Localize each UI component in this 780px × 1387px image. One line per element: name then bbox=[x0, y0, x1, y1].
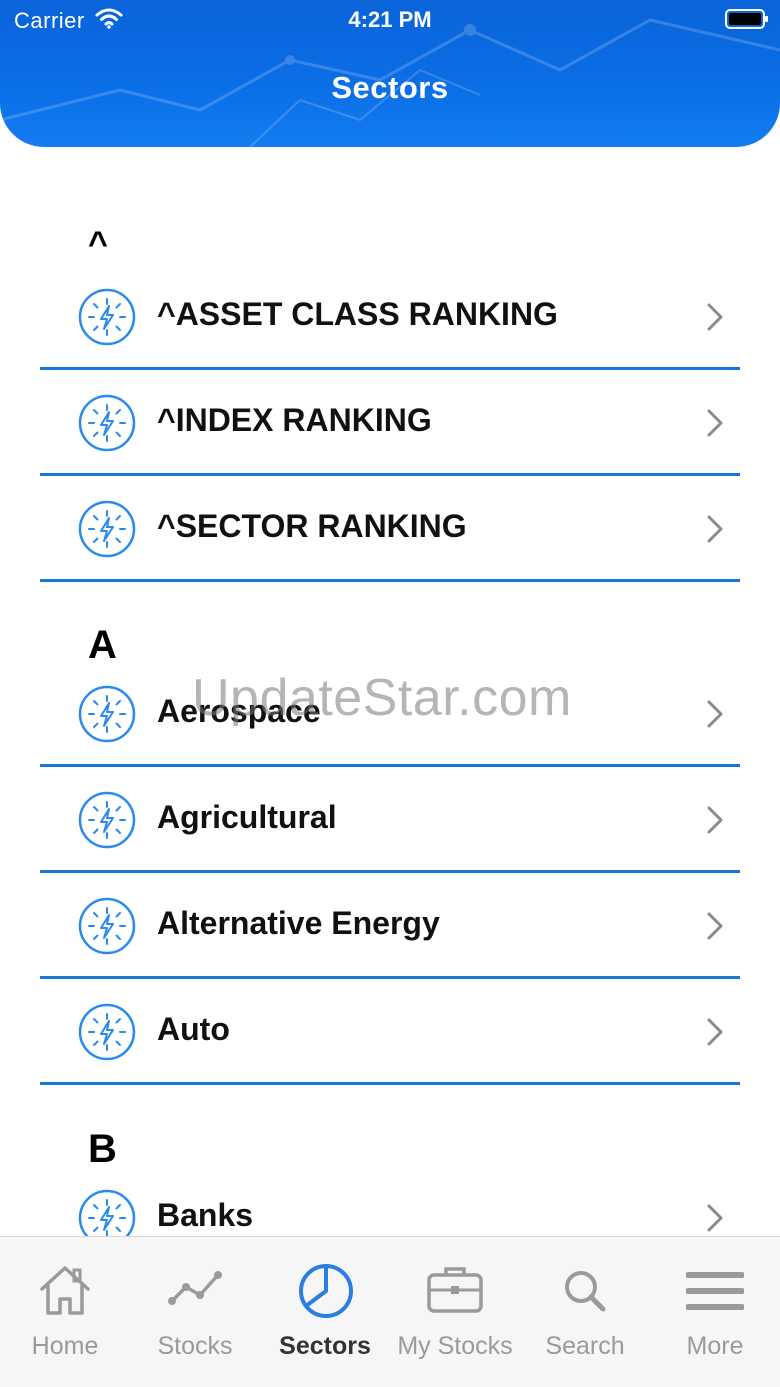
list-item-label: ^ASSET CLASS RANKING bbox=[157, 296, 558, 332]
lightning-circle-icon bbox=[78, 897, 136, 955]
page-title: Sectors bbox=[331, 70, 449, 105]
list-item[interactable]: Agricultural bbox=[40, 769, 740, 873]
chevron-right-icon bbox=[707, 1018, 723, 1046]
chevron-right-icon bbox=[707, 515, 723, 543]
lightning-circle-icon bbox=[78, 791, 136, 849]
list-item-label: ^SECTOR RANKING bbox=[157, 508, 467, 544]
lightning-circle-icon bbox=[78, 394, 136, 452]
tab-stocks[interactable]: Stocks bbox=[130, 1237, 260, 1387]
chevron-right-icon bbox=[707, 700, 723, 728]
list-item[interactable]: Auto bbox=[40, 981, 740, 1085]
line-chart-icon bbox=[168, 1271, 222, 1305]
battery-icon bbox=[725, 9, 768, 29]
chevron-right-icon bbox=[707, 303, 723, 331]
tab-label: Sectors bbox=[279, 1332, 371, 1360]
list-item[interactable]: Alternative Energy bbox=[40, 875, 740, 979]
pie-chart-icon bbox=[299, 1264, 353, 1318]
tab-search[interactable]: Search bbox=[520, 1237, 650, 1387]
chevron-right-icon bbox=[707, 912, 723, 940]
lightning-circle-icon bbox=[78, 685, 136, 743]
list-item-label: Banks bbox=[157, 1197, 254, 1233]
list-item[interactable]: ^INDEX RANKING bbox=[40, 372, 740, 476]
tab-label: Search bbox=[545, 1332, 625, 1360]
section-header-caret: ^ bbox=[88, 225, 108, 263]
house-icon bbox=[40, 1266, 90, 1315]
magnifier-icon bbox=[565, 1271, 606, 1312]
tab-more[interactable]: More bbox=[650, 1237, 780, 1387]
status-time: 4:21 PM bbox=[348, 7, 432, 32]
briefcase-icon bbox=[427, 1267, 483, 1313]
hamburger-icon bbox=[686, 1272, 744, 1310]
tab-label: Home bbox=[31, 1332, 99, 1360]
tab-sectors[interactable]: Sectors bbox=[260, 1237, 390, 1387]
section-header-b: B bbox=[88, 1127, 117, 1171]
list-item-label: Auto bbox=[157, 1011, 230, 1047]
watermark-text: UpdateStar.com bbox=[192, 669, 572, 727]
chevron-right-icon bbox=[707, 806, 723, 834]
tab-bar: Home Stocks Sectors My Stocks Search Mor… bbox=[0, 1236, 780, 1387]
tab-label: My Stocks bbox=[397, 1332, 513, 1360]
chevron-right-icon bbox=[707, 1204, 723, 1232]
chevron-right-icon bbox=[707, 409, 723, 437]
header-bar: Carrier 4:21 PM Sectors bbox=[0, 0, 780, 147]
lightning-circle-icon bbox=[78, 500, 136, 558]
tab-label: More bbox=[686, 1332, 744, 1360]
sectors-screen: Carrier 4:21 PM Sectors ^ ^ASSET CLASS R… bbox=[0, 0, 780, 1387]
section-header-a: A bbox=[88, 623, 117, 667]
tab-home[interactable]: Home bbox=[0, 1237, 130, 1387]
lightning-circle-icon bbox=[78, 1003, 136, 1061]
lightning-circle-icon bbox=[78, 288, 136, 346]
tab-label: Stocks bbox=[157, 1332, 233, 1360]
list-item-label: Agricultural bbox=[157, 799, 337, 835]
list-item-label: ^INDEX RANKING bbox=[157, 402, 432, 438]
tab-my-stocks[interactable]: My Stocks bbox=[390, 1237, 520, 1387]
status-bar: Carrier 4:21 PM bbox=[0, 0, 780, 40]
list-item-label: Alternative Energy bbox=[157, 905, 440, 941]
list-item[interactable]: ^SECTOR RANKING bbox=[40, 478, 740, 582]
list-item[interactable]: ^ASSET CLASS RANKING bbox=[40, 266, 740, 370]
